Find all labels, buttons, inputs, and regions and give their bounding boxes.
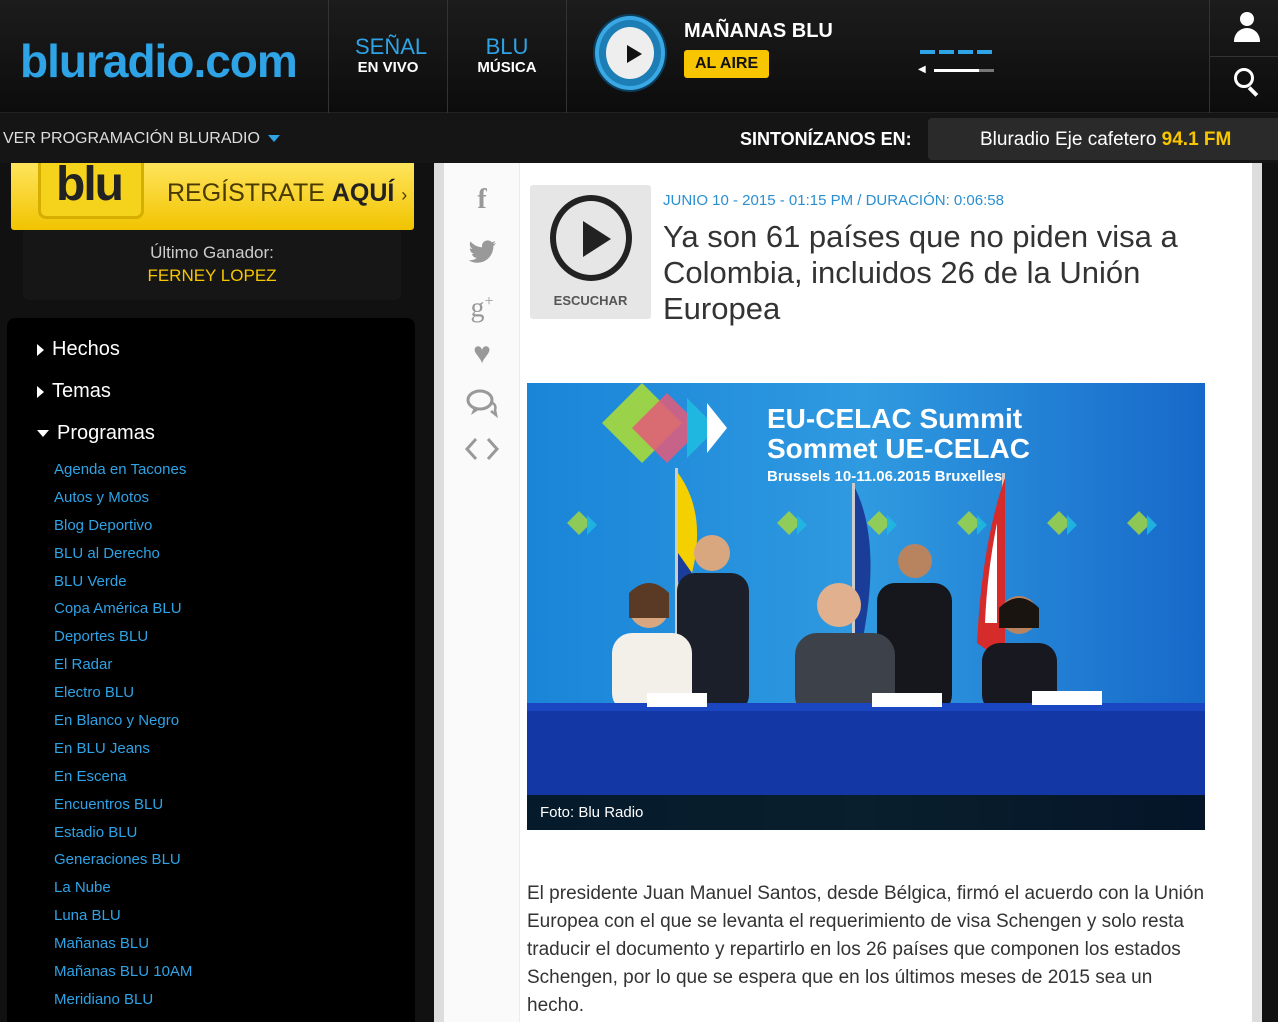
banner-line2: Sommet UE-CELAC: [767, 433, 1030, 464]
program-link[interactable]: Encuentros BLU: [54, 796, 192, 824]
sidebar-menu: Hechos Temas Programas Agenda en Tacones…: [7, 318, 415, 1022]
tune-in-label: SINTONÍZANOS EN:: [740, 129, 912, 149]
embed-icon[interactable]: [462, 431, 502, 465]
program-link[interactable]: Agenda en Tacones: [54, 461, 192, 489]
caret-down-icon: [37, 430, 49, 438]
live-play-button[interactable]: [595, 16, 665, 90]
google-plus-icon[interactable]: g+: [462, 285, 502, 323]
article-body: El presidente Juan Manuel Santos, desde …: [527, 883, 1205, 1016]
sidebar-item-programas[interactable]: Programas: [37, 422, 155, 445]
tab-line1: BLU: [485, 34, 529, 59]
program-link[interactable]: La Nube: [54, 879, 192, 907]
program-link[interactable]: Autos y Motos: [54, 489, 192, 517]
tab-line2: MÚSICA: [477, 59, 537, 76]
program-link[interactable]: El Radar: [54, 656, 192, 684]
audio-level-bars: [920, 50, 992, 54]
program-link[interactable]: Electro BLU: [54, 684, 192, 712]
winner-name: FERNEY LOPEZ: [147, 266, 277, 285]
banner-line1: EU-CELAC Summit: [767, 403, 1022, 434]
program-link[interactable]: Mañanas BLU: [54, 935, 192, 963]
caret-right-icon: [37, 385, 44, 398]
program-link[interactable]: Deportes BLU: [54, 628, 192, 656]
chevron-down-icon: [267, 135, 280, 143]
comment-icon[interactable]: [462, 385, 502, 419]
share-bar: f g+ ♥: [444, 163, 520, 1022]
tab-line2: EN VIVO: [357, 59, 419, 76]
divider: [447, 0, 448, 113]
sidebar-item-hechos[interactable]: Hechos: [37, 338, 120, 361]
station-name: Bluradio Eje cafetero: [980, 129, 1157, 150]
divider: [566, 0, 567, 113]
program-link[interactable]: En Blanco y Negro: [54, 712, 192, 740]
programming-label: VER PROGRAMACIÓN BLURADIO: [3, 130, 260, 147]
listen-label: ESCUCHAR: [553, 293, 628, 308]
sub-header: VER PROGRAMACIÓN BLURADIO SINTONÍZANOS E…: [0, 113, 1278, 163]
program-link[interactable]: Luna BLU: [54, 907, 192, 935]
program-link[interactable]: Estadio BLU: [54, 824, 192, 852]
program-link[interactable]: Copa América BLU: [54, 600, 192, 628]
search-icon[interactable]: [1234, 68, 1262, 98]
article: f g+ ♥ ESCUCHAR JUNIO 10 - 2015 - 01:15 …: [444, 163, 1252, 1022]
program-list: Agenda en Tacones Autos y Motos Blog Depor…: [54, 461, 192, 1019]
last-winner-box: Último Ganador: FERNEY LOPEZ: [23, 230, 401, 300]
program-link[interactable]: BLU Verde: [54, 573, 192, 601]
summit-photo-illustration: EU-CELAC Summit Sommet UE-CELAC Brussels…: [527, 383, 1205, 830]
photo-caption: Foto: Blu Radio: [527, 795, 1205, 830]
heart-icon[interactable]: ♥: [462, 337, 502, 371]
tab-blu-musica[interactable]: BLU MÚSICA: [472, 36, 542, 78]
station-frequency: 94.1 FM: [1161, 129, 1232, 150]
station-selector[interactable]: Bluradio Eje cafetero 94.1 FM: [928, 118, 1278, 160]
program-link[interactable]: BLU al Derecho: [54, 545, 192, 573]
volume-slider[interactable]: ◀: [918, 64, 998, 75]
register-promo-banner[interactable]: blu REGÍSTRATE AQUÍ ›: [11, 163, 414, 230]
listen-button[interactable]: ESCUCHAR: [530, 185, 651, 319]
program-link[interactable]: Meridiano BLU: [54, 991, 192, 1019]
promo-text: REGÍSTRATE AQUÍ ›: [167, 179, 408, 207]
play-icon: [606, 27, 654, 79]
program-link[interactable]: Generaciones BLU: [54, 851, 192, 879]
tab-line1: SEÑAL: [355, 34, 428, 59]
sidebar: blu REGÍSTRATE AQUÍ › Último Ganador: FE…: [0, 163, 425, 1022]
divider: [328, 0, 329, 113]
header-actions: [1209, 0, 1278, 113]
program-link[interactable]: En Escena: [54, 768, 192, 796]
programming-dropdown[interactable]: VER PROGRAMACIÓN BLURADIO: [3, 130, 280, 148]
user-icon[interactable]: [1234, 12, 1260, 44]
article-meta: JUNIO 10 - 2015 - 01:15 PM / DURACIÓN: 0…: [663, 192, 1004, 209]
banner-line3: Brussels 10-11.06.2015 Bruxelles: [767, 468, 1002, 485]
top-header: bluradio.com SEÑAL EN VIVO BLU MÚSICA MA…: [0, 0, 1278, 113]
winner-label: Último Ganador:: [150, 243, 274, 262]
sidebar-item-temas[interactable]: Temas: [37, 380, 111, 403]
program-link[interactable]: En BLU Jeans: [54, 740, 192, 768]
current-show-title: MAÑANAS BLU: [684, 20, 833, 42]
tab-senal-en-vivo[interactable]: SEÑAL EN VIVO: [355, 34, 428, 78]
caret-right-icon: [37, 343, 44, 356]
program-link[interactable]: Blog Deportivo: [54, 517, 192, 545]
program-link[interactable]: Mañanas BLU 10AM: [54, 963, 192, 991]
facebook-icon[interactable]: f: [462, 183, 502, 217]
twitter-icon[interactable]: [462, 235, 502, 269]
promo-brand: blu: [56, 163, 124, 211]
volume-icon: ◀: [918, 64, 926, 75]
on-air-badge: AL AIRE: [684, 50, 770, 78]
article-headline: Ya son 61 países que no piden visa a Col…: [663, 219, 1178, 326]
site-logo[interactable]: bluradio.com: [20, 34, 298, 88]
article-photo: EU-CELAC Summit Sommet UE-CELAC Brussels…: [527, 383, 1205, 830]
page: bluradio.com SEÑAL EN VIVO BLU MÚSICA MA…: [0, 0, 1278, 1022]
